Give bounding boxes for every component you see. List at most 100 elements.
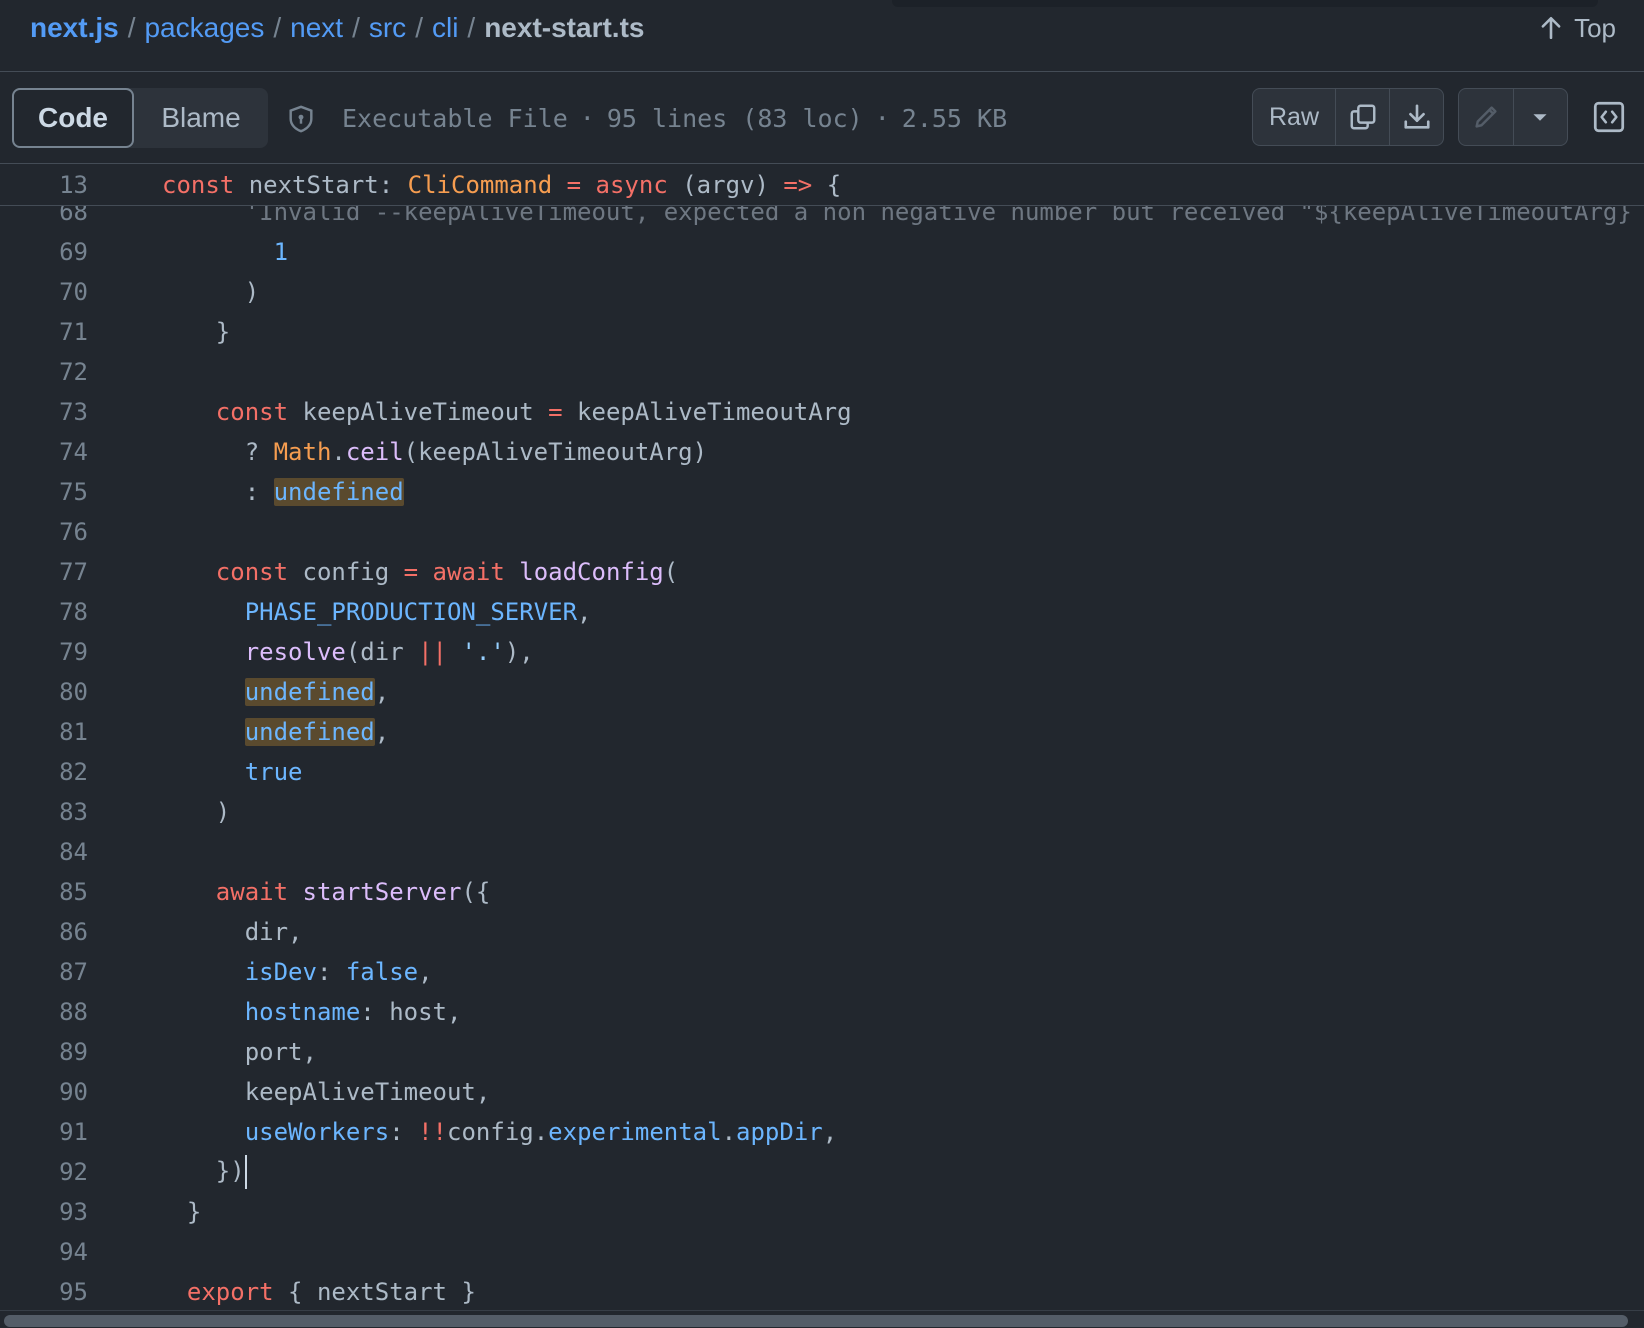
code-token: export — [186, 1278, 274, 1306]
file-meta: Executable File · 95 lines (83 loc) · 2.… — [342, 100, 1007, 136]
overlay-bar — [892, 0, 1598, 7]
code-token: PHASE_PRODUCTION_SERVER — [244, 598, 578, 626]
line-number: 75 — [59, 478, 88, 506]
code-token: (argv) — [667, 171, 784, 199]
code-text: undefined, — [88, 678, 389, 706]
code-token: config. — [447, 1118, 549, 1146]
more-edit-options-button[interactable] — [1512, 89, 1567, 145]
code-text: await startServer({ — [88, 878, 491, 906]
code-token: dir, — [158, 918, 303, 946]
code-token: ? — [158, 438, 274, 466]
copy-raw-button[interactable] — [1335, 89, 1389, 145]
code-token: appDir — [736, 1118, 823, 1146]
code-text: true — [88, 758, 303, 786]
code-token: resolve — [244, 638, 346, 666]
sticky-code-line: 13 const nextStart: CliCommand = async (… — [0, 164, 1644, 206]
code-lines: 68 'Invalid --keepAliveTimeout, expected… — [0, 200, 1644, 1308]
line-number: 83 — [59, 798, 88, 826]
shield-icon — [289, 105, 313, 133]
code-token: }) — [158, 1157, 245, 1185]
code-token: !! — [418, 1118, 448, 1146]
code-text: isDev: false, — [88, 958, 433, 986]
code-square-icon[interactable] — [1592, 98, 1626, 136]
code-line: 86 dir, — [0, 912, 1644, 952]
scrollbar-thumb[interactable] — [4, 1315, 1628, 1327]
code-token: (dir — [345, 638, 419, 666]
code-text: ) — [88, 798, 230, 826]
line-number: 89 — [59, 1038, 88, 1066]
code-text: port, — [88, 1038, 317, 1066]
text-cursor — [244, 1155, 247, 1189]
horizontal-scrollbar[interactable] — [0, 1310, 1644, 1328]
code-token: ( — [663, 558, 679, 586]
code-viewer[interactable]: 68 'Invalid --keepAliveTimeout, expected… — [0, 200, 1644, 1308]
code-token: } — [158, 318, 231, 346]
code-token: await — [432, 558, 505, 586]
breadcrumb-cli-link[interactable]: cli — [432, 12, 458, 44]
line-number: 90 — [59, 1078, 88, 1106]
code-token: , — [577, 598, 592, 626]
tab-blame[interactable]: Blame — [134, 88, 268, 148]
code-text: }) — [88, 1155, 247, 1189]
code-token: config — [288, 558, 404, 586]
line-number: 81 — [59, 718, 88, 746]
code-token: ({ — [461, 878, 491, 906]
line-number: 84 — [59, 838, 88, 866]
code-token: = — [552, 171, 596, 199]
line-number: 91 — [59, 1118, 88, 1146]
edit-actions-group — [1458, 88, 1568, 146]
code-line: 71 } — [0, 312, 1644, 352]
code-token: undefined — [244, 678, 375, 706]
breadcrumb-packages-link[interactable]: packages — [144, 12, 264, 44]
code-line: 70 ) — [0, 272, 1644, 312]
line-number: 13 — [59, 171, 88, 199]
code-line: 93 } — [0, 1192, 1644, 1232]
tab-code[interactable]: Code — [12, 88, 134, 148]
raw-button[interactable]: Raw — [1253, 89, 1335, 145]
code-line: 69 1 — [0, 232, 1644, 272]
line-number: 88 — [59, 998, 88, 1026]
code-line: 77 const config = await loadConfig( — [0, 552, 1644, 592]
breadcrumb-separator: / — [467, 12, 476, 43]
code-line: 84 — [0, 832, 1644, 872]
meta-separator: · — [874, 103, 890, 133]
code-token: } — [158, 1198, 202, 1226]
breadcrumb-src-link[interactable]: src — [369, 12, 406, 44]
line-number: 79 — [59, 638, 88, 666]
code-text: keepAliveTimeout, — [88, 1078, 491, 1106]
file-size: 2.55 KB — [901, 103, 1008, 133]
code-line: 78 PHASE_PRODUCTION_SERVER, — [0, 592, 1644, 632]
line-number: 82 — [59, 758, 88, 786]
download-button[interactable] — [1389, 89, 1443, 145]
code-token: : — [316, 958, 346, 986]
code-line: 87 isDev: false, — [0, 952, 1644, 992]
code-text: dir, — [88, 918, 303, 946]
breadcrumb-repo-link[interactable]: next.js — [30, 12, 119, 44]
code-line: 94 — [0, 1232, 1644, 1272]
line-number: 71 — [59, 318, 88, 346]
file-toolbar: Code Blame Executable File · 95 lines (8… — [0, 72, 1644, 164]
code-line: 88 hostname: host, — [0, 992, 1644, 1032]
line-number: 92 — [59, 1158, 88, 1186]
sticky-scope-header[interactable]: 13 const nextStart: CliCommand = async (… — [0, 164, 1644, 206]
code-line: 90 keepAliveTimeout, — [0, 1072, 1644, 1112]
code-line: 85 await startServer({ — [0, 872, 1644, 912]
line-number: 86 — [59, 918, 88, 946]
code-token: : — [389, 1118, 419, 1146]
code-token: async — [595, 171, 668, 199]
back-to-top-link[interactable]: Top — [1538, 10, 1616, 46]
code-token: false — [345, 958, 419, 986]
back-to-top-label: Top — [1574, 12, 1616, 43]
breadcrumb-next-link[interactable]: next — [290, 12, 343, 44]
code-token: keepAliveTimeout — [288, 398, 549, 426]
code-token: CliCommand — [407, 171, 553, 199]
edit-file-button[interactable] — [1459, 89, 1513, 145]
code-line: 72 — [0, 352, 1644, 392]
breadcrumb-separator: / — [415, 12, 423, 43]
code-text: resolve(dir || '.'), — [88, 638, 534, 666]
